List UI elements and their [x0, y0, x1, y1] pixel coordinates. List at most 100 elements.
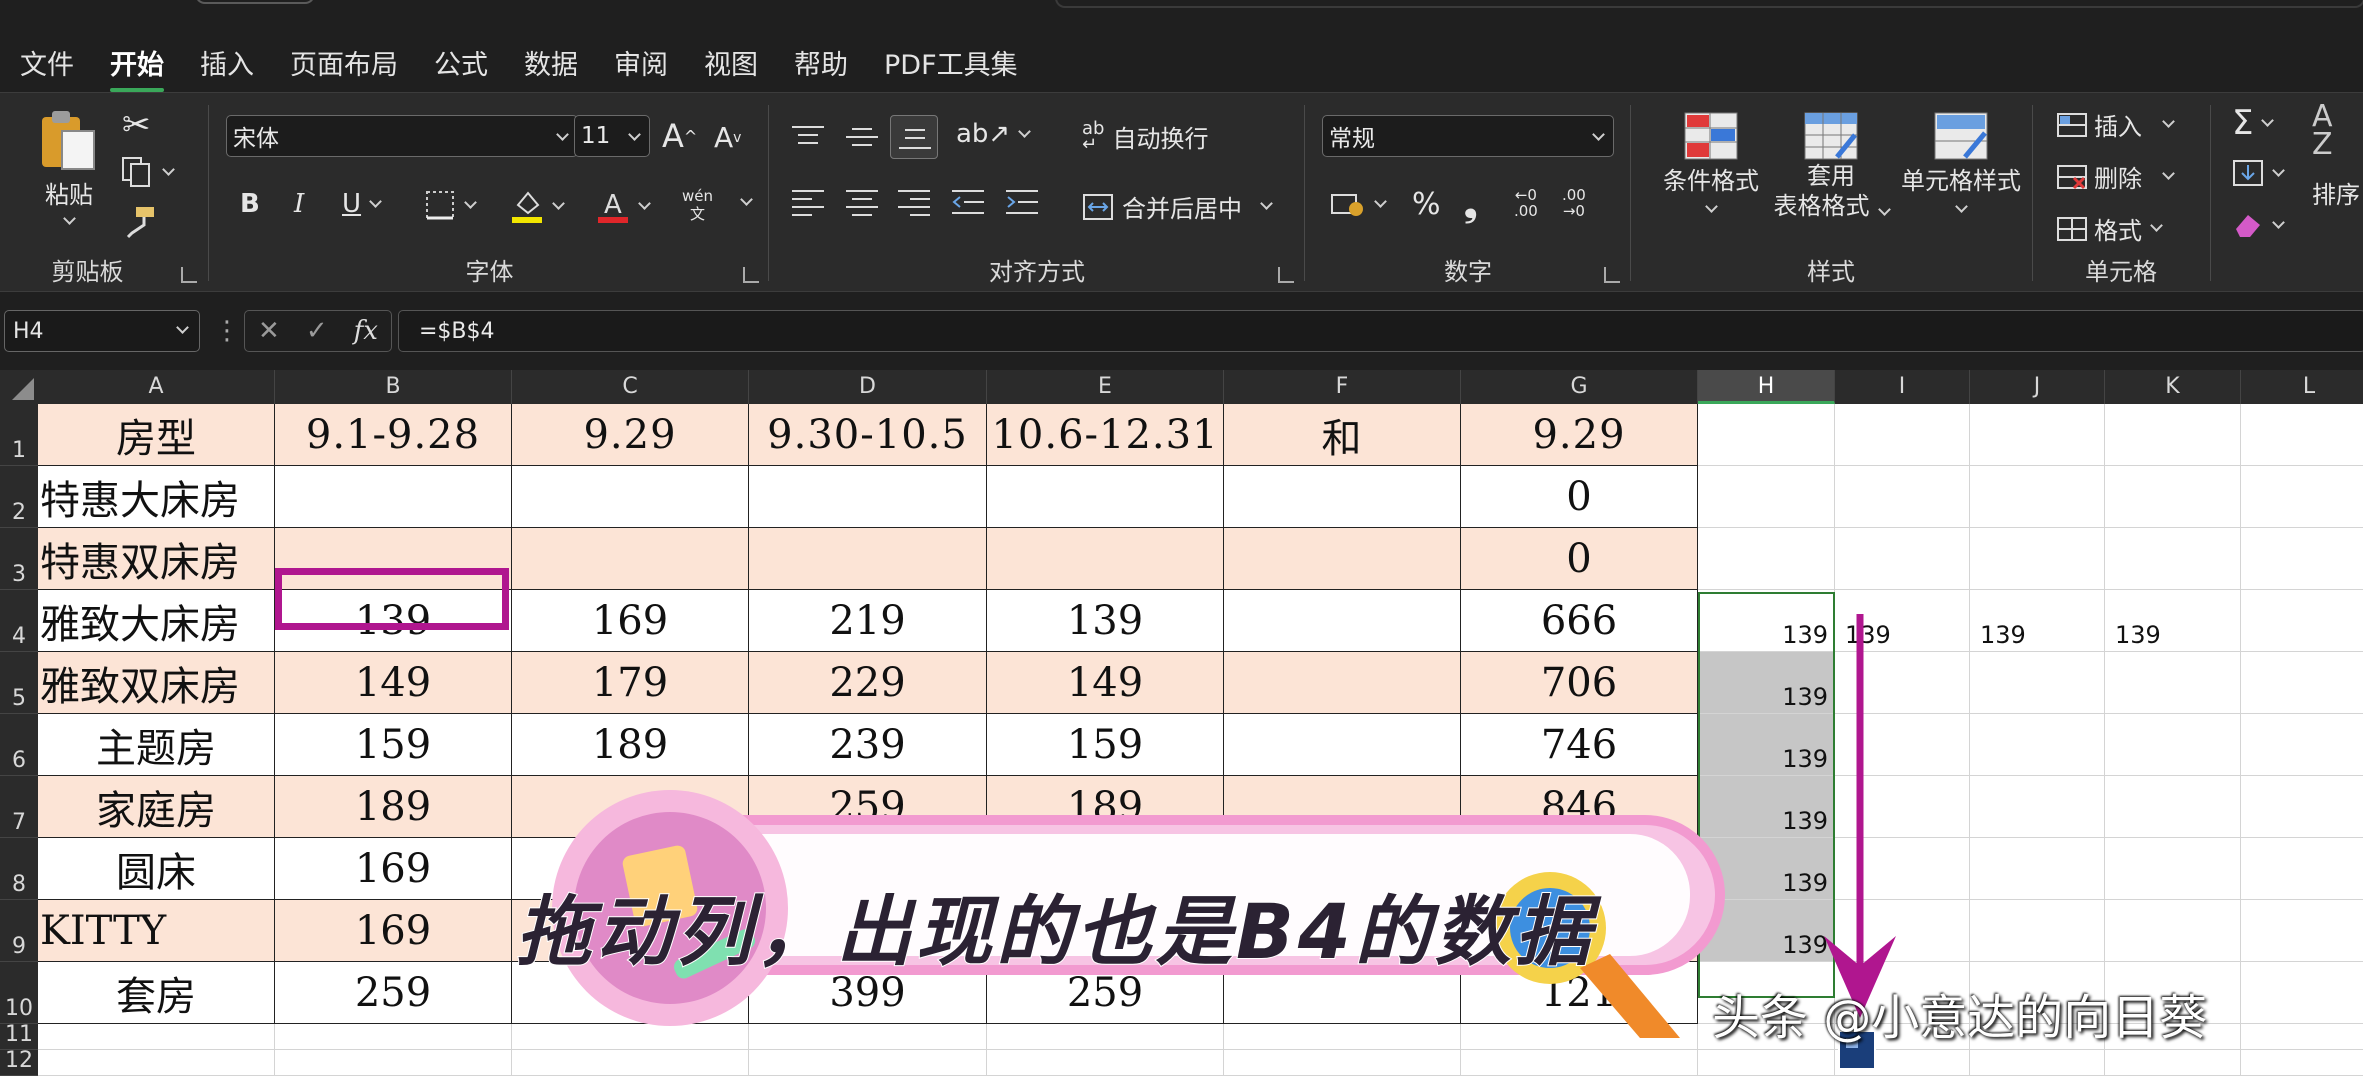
cell-g2[interactable]: 0	[1461, 466, 1698, 528]
cell-g6[interactable]: 746	[1461, 714, 1698, 776]
row-header-11[interactable]: 11	[0, 1022, 38, 1050]
cell-b10[interactable]: 259	[275, 962, 512, 1024]
cell-f5[interactable]	[1224, 652, 1461, 714]
cell-b7[interactable]: 189	[275, 776, 512, 838]
select-all-button[interactable]	[0, 370, 38, 404]
cell-l8[interactable]	[2241, 838, 2363, 900]
cell-e3[interactable]	[987, 528, 1224, 590]
column-header-h[interactable]: H	[1698, 370, 1835, 404]
cell-c4[interactable]: 169	[512, 590, 749, 652]
tab-data[interactable]: 数据	[524, 43, 578, 82]
decrease-indent-icon[interactable]	[950, 187, 986, 217]
shrink-font-button[interactable]: Av	[714, 121, 741, 154]
number-launcher-icon[interactable]	[1604, 267, 1620, 283]
cell-a11[interactable]	[38, 1024, 275, 1050]
column-header-a[interactable]: A	[38, 370, 275, 404]
align-right-icon[interactable]	[896, 187, 932, 217]
cell-j1[interactable]	[1970, 404, 2105, 466]
row-header-5[interactable]: 5	[0, 652, 38, 714]
row-header-4[interactable]: 4	[0, 590, 38, 652]
enter-icon[interactable]: ✓	[306, 316, 328, 346]
row-header-3[interactable]: 3	[0, 528, 38, 590]
merge-center-button[interactable]: 合并后居中	[1082, 189, 1273, 224]
font-size-select[interactable]: 11	[574, 115, 650, 157]
cell-e12[interactable]	[987, 1050, 1224, 1076]
column-header-g[interactable]: G	[1461, 370, 1698, 404]
percent-button[interactable]: %	[1412, 187, 1441, 222]
increase-indent-icon[interactable]	[1004, 187, 1040, 217]
cell-a3[interactable]: 特惠双床房	[38, 528, 275, 590]
accounting-button[interactable]	[1330, 189, 1387, 219]
cell-b9[interactable]: 169	[275, 900, 512, 962]
cell-g3[interactable]: 0	[1461, 528, 1698, 590]
cell-e2[interactable]	[987, 466, 1224, 528]
cell-i3[interactable]	[1835, 528, 1970, 590]
cell-k7[interactable]	[2105, 776, 2241, 838]
underline-button[interactable]: U	[342, 189, 382, 219]
cell-c5[interactable]: 179	[512, 652, 749, 714]
cell-f6[interactable]	[1224, 714, 1461, 776]
cell-k5[interactable]	[2105, 652, 2241, 714]
name-box[interactable]: H4	[4, 310, 200, 352]
cell-c12[interactable]	[512, 1050, 749, 1076]
cell-h1[interactable]	[1698, 404, 1835, 466]
row-header-7[interactable]: 7	[0, 776, 38, 838]
font-name-select[interactable]: 宋体	[226, 115, 578, 157]
format-cells-button[interactable]: 格式	[2056, 211, 2163, 246]
clipboard-launcher-icon[interactable]	[181, 267, 197, 283]
cell-a10[interactable]: 套房	[38, 962, 275, 1024]
cell-j7[interactable]	[1970, 776, 2105, 838]
insert-function-button[interactable]: fx	[354, 316, 378, 346]
cell-e1[interactable]: 10.6-12.31	[987, 404, 1224, 466]
cell-b8[interactable]: 169	[275, 838, 512, 900]
cell-d1[interactable]: 9.30-10.5	[749, 404, 987, 466]
cell-e4[interactable]: 139	[987, 590, 1224, 652]
cell-k6[interactable]	[2105, 714, 2241, 776]
cell-a12[interactable]	[38, 1050, 275, 1076]
cell-g4[interactable]: 666	[1461, 590, 1698, 652]
cell-k4[interactable]: 139	[2105, 590, 2241, 652]
font-color-button[interactable]: A	[596, 187, 651, 225]
cancel-icon[interactable]: ✕	[258, 316, 280, 346]
more-options-icon[interactable]: ⋮	[214, 316, 240, 346]
cell-d5[interactable]: 229	[749, 652, 987, 714]
cell-k9[interactable]	[2105, 900, 2241, 962]
cell-f3[interactable]	[1224, 528, 1461, 590]
cell-j12[interactable]	[1970, 1050, 2105, 1076]
row-header-9[interactable]: 9	[0, 900, 38, 962]
number-format-select[interactable]: 常规	[1322, 115, 1614, 157]
row-header-8[interactable]: 8	[0, 838, 38, 900]
cell-b6[interactable]: 159	[275, 714, 512, 776]
alignment-launcher-icon[interactable]	[1278, 267, 1294, 283]
cell-d4[interactable]: 219	[749, 590, 987, 652]
cell-h3[interactable]	[1698, 528, 1835, 590]
cell-c1[interactable]: 9.29	[512, 404, 749, 466]
align-top-icon[interactable]	[790, 123, 826, 151]
search-box[interactable]	[1055, 0, 2363, 8]
cell-j5[interactable]	[1970, 652, 2105, 714]
column-header-i[interactable]: I	[1835, 370, 1970, 404]
tab-review[interactable]: 审阅	[614, 43, 668, 82]
cell-d6[interactable]: 239	[749, 714, 987, 776]
cell-a9[interactable]: KITTY	[38, 900, 275, 962]
increase-decimal-icon[interactable]: ←0.00	[1514, 187, 1538, 219]
cell-j8[interactable]	[1970, 838, 2105, 900]
cell-d2[interactable]	[749, 466, 987, 528]
cell-b1[interactable]: 9.1-9.28	[275, 404, 512, 466]
cell-h12[interactable]	[1698, 1050, 1835, 1076]
cell-f1[interactable]: 和	[1224, 404, 1461, 466]
align-middle-icon[interactable]	[844, 123, 880, 151]
borders-button[interactable]	[424, 189, 477, 221]
cell-l9[interactable]	[2241, 900, 2363, 962]
cell-k8[interactable]	[2105, 838, 2241, 900]
column-header-d[interactable]: D	[749, 370, 987, 404]
wrap-text-button[interactable]: ab ↵ 自动换行	[1082, 119, 1208, 154]
row-header-6[interactable]: 6	[0, 714, 38, 776]
cell-l1[interactable]	[2241, 404, 2363, 466]
quick-access-box[interactable]	[195, 0, 315, 4]
cell-e5[interactable]: 149	[987, 652, 1224, 714]
delete-cells-button[interactable]: 删除	[2056, 159, 2175, 194]
fill-button[interactable]	[2232, 159, 2285, 187]
row-header-1[interactable]: 1	[0, 404, 38, 466]
cell-h2[interactable]	[1698, 466, 1835, 528]
